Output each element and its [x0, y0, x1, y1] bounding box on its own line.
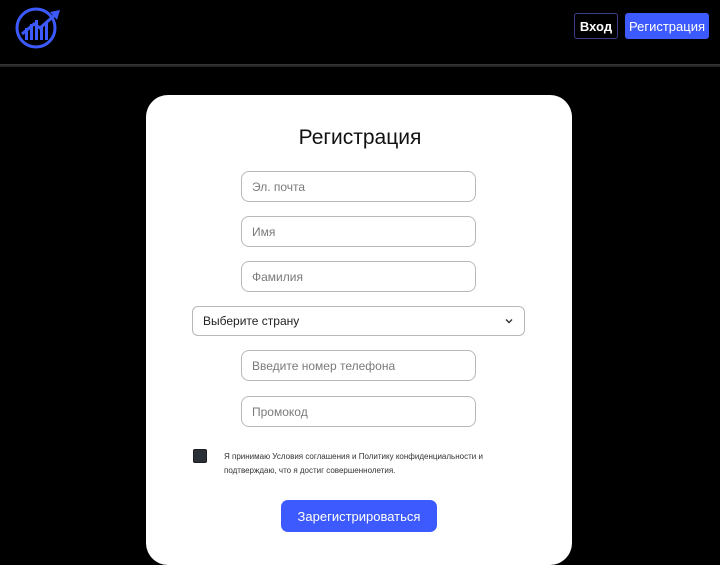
header-divider [0, 64, 720, 67]
phone-field[interactable] [241, 350, 476, 381]
terms-text: Я принимаю Условия соглашения и Политику… [224, 450, 524, 478]
login-button[interactable]: Вход [574, 13, 618, 39]
terms-checkbox[interactable] [193, 449, 207, 463]
form-title: Регистрация [298, 126, 422, 149]
chevron-down-icon [505, 319, 513, 324]
first-name-field[interactable] [241, 216, 476, 247]
terms-line-1: Я принимаю Условия соглашения и Политику… [224, 452, 483, 461]
terms-line-2: подтверждаю, что я достиг совершеннолети… [224, 466, 396, 475]
country-select[interactable]: Выберите страну [192, 306, 525, 336]
promo-code-field[interactable] [241, 396, 476, 427]
chart-growth-logo-icon[interactable] [10, 4, 66, 50]
country-select-value: Выберите страну [203, 314, 300, 328]
submit-register-button[interactable]: Зарегистрироваться [281, 500, 437, 532]
last-name-field[interactable] [241, 261, 476, 292]
email-field[interactable] [241, 171, 476, 202]
register-header-button[interactable]: Регистрация [625, 13, 709, 39]
top-header: Вход Регистрация [0, 0, 720, 64]
